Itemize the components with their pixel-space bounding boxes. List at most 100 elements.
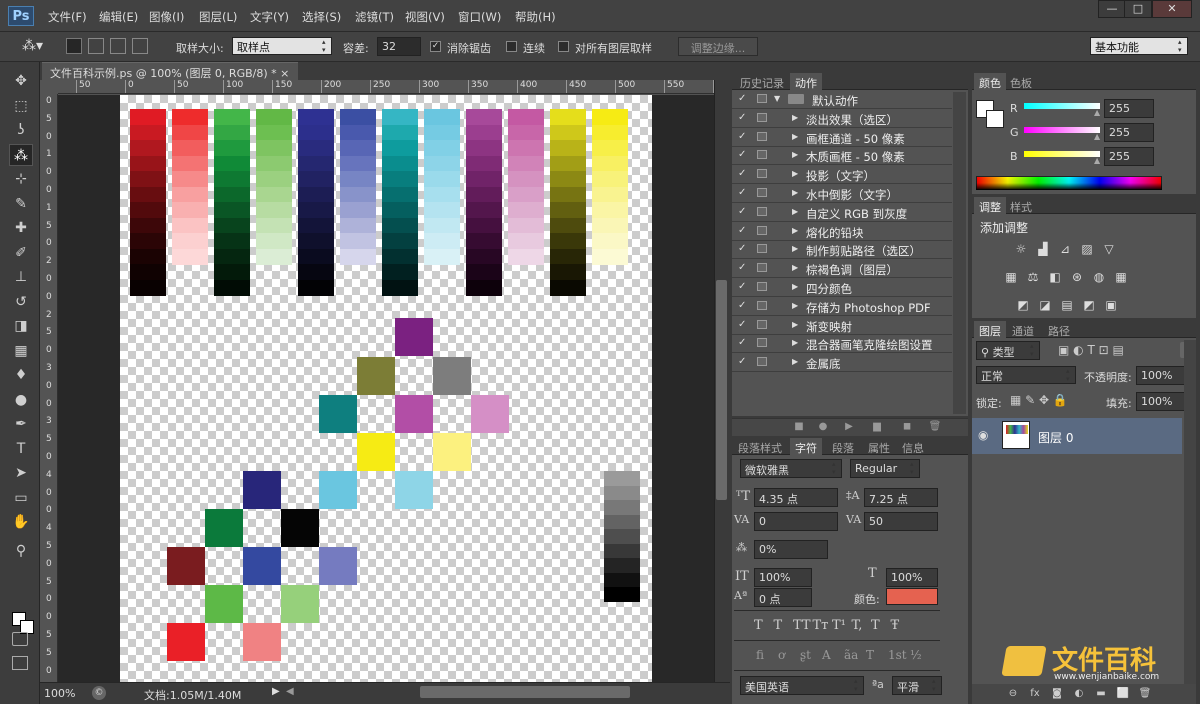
tsume-input[interactable]: 0% <box>754 540 828 559</box>
text-color-swatch[interactable] <box>886 588 938 605</box>
expand-arrow-icon[interactable]: ▶ <box>792 169 798 178</box>
dialog-toggle-icon[interactable] <box>757 131 767 141</box>
play-icon[interactable]: ▶ <box>842 421 856 433</box>
action-check-icon[interactable]: ✓ <box>738 149 746 160</box>
eraser-tool-icon[interactable]: ◨ <box>9 315 33 337</box>
action-item[interactable]: ✓ ▶ 棕褐色调（图层） <box>732 260 952 279</box>
dialog-toggle-icon[interactable] <box>757 150 767 160</box>
channel-value[interactable]: 255 <box>1104 147 1154 166</box>
action-item[interactable]: ✓ ▶ 制作剪贴路径（选区） <box>732 241 952 260</box>
color-lookup-icon[interactable]: ▦ <box>1114 270 1128 284</box>
tab-color[interactable]: 颜色 <box>974 73 1006 90</box>
bw-icon[interactable]: ◧ <box>1048 270 1062 284</box>
menu-filter[interactable]: 滤镜(T) <box>355 9 394 25</box>
threshold-icon[interactable]: ▤ <box>1060 298 1074 312</box>
action-item[interactable]: ✓ ▶ 投影（文字） <box>732 166 952 185</box>
quick-mask-icon[interactable] <box>12 632 28 646</box>
vertical-scroll-thumb[interactable] <box>716 280 727 500</box>
tab-actions[interactable]: 动作 <box>790 73 822 90</box>
menu-select[interactable]: 选择(S) <box>302 9 341 25</box>
tab-layers[interactable]: 图层 <box>974 321 1006 338</box>
blur-tool-icon[interactable]: ♦ <box>9 364 33 386</box>
exposure-icon[interactable]: ▨ <box>1080 242 1094 256</box>
expand-arrow-icon[interactable]: ▶ <box>792 301 798 310</box>
lock-icons[interactable]: ▦ ✎ ✥ 🔒 <box>1010 393 1068 407</box>
channel-slider[interactable] <box>1024 151 1100 157</box>
dialog-toggle-icon[interactable] <box>757 263 767 273</box>
screen-mode-icon[interactable] <box>12 656 28 670</box>
channel-slider[interactable] <box>1024 103 1100 109</box>
antialias-select[interactable]: 平滑 <box>892 676 942 695</box>
gradient-tool-icon[interactable]: ▦ <box>9 340 33 362</box>
dialog-toggle-icon[interactable] <box>757 319 767 329</box>
faux-style-button[interactable]: T <box>871 618 880 633</box>
action-check-icon[interactable]: ✓ <box>738 131 746 142</box>
status-info-icon[interactable]: © <box>92 686 106 700</box>
layer-filter-icons[interactable]: ▣ ◐ T ⊡ ▤ <box>1058 343 1124 357</box>
layers-footer-icon[interactable]: ◐ <box>1072 688 1086 700</box>
layer-row[interactable]: ◉ 图层 0 <box>972 418 1182 454</box>
action-item[interactable]: ✓ ▶ 画框通道 - 50 像素 <box>732 129 952 147</box>
selective-color-icon[interactable]: ▣ <box>1104 298 1118 312</box>
expand-arrow-icon[interactable]: ▶ <box>792 132 798 141</box>
magic-wand-tool-icon[interactable]: ⁂ <box>9 143 33 166</box>
tab-info[interactable]: 信息 <box>902 440 924 456</box>
faux-style-button[interactable]: T <box>774 618 783 633</box>
expand-arrow-icon[interactable]: ▶ <box>792 207 798 216</box>
menu-edit[interactable]: 编辑(E) <box>99 9 138 25</box>
action-item[interactable]: ✓ ▶ 水中倒影（文字） <box>732 185 952 203</box>
menu-layer[interactable]: 图层(L) <box>199 9 237 25</box>
move-tool-icon[interactable]: ✥ <box>9 70 33 92</box>
leading-input[interactable]: 7.25 点 <box>864 488 938 507</box>
add-selection-icon[interactable] <box>88 38 104 54</box>
expand-arrow-icon[interactable]: ▶ <box>792 282 798 291</box>
channel-mixer-icon[interactable]: ◍ <box>1092 270 1106 284</box>
horizontal-scroll-thumb[interactable] <box>420 686 630 698</box>
layers-footer-icon[interactable]: ▬ <box>1094 688 1108 700</box>
faux-style-button[interactable]: Tт <box>813 618 829 633</box>
action-check-icon[interactable]: ✓ <box>738 225 746 236</box>
action-check-icon[interactable]: ✓ <box>738 337 746 348</box>
action-check-icon[interactable]: ✓ <box>738 262 746 273</box>
language-select[interactable]: 美国英语 <box>740 676 864 695</box>
menu-file[interactable]: 文件(F) <box>48 9 87 25</box>
layers-footer-icon[interactable]: 🗑 <box>1138 688 1152 700</box>
slider-thumb-icon[interactable]: ▲ <box>1094 156 1100 165</box>
close-window-button[interactable]: ✕ <box>1152 0 1192 18</box>
color-bg-swatch[interactable] <box>986 110 1004 128</box>
color-balance-icon[interactable]: ⚖ <box>1026 270 1040 284</box>
path-selection-tool-icon[interactable]: ➤ <box>9 462 33 484</box>
marquee-tool-icon[interactable]: ⬚ <box>9 95 33 117</box>
action-item[interactable]: ✓ ▶ 存储为 Photoshop PDF <box>732 298 952 316</box>
layers-footer-icon[interactable]: fx <box>1028 688 1042 700</box>
tab-swatches[interactable]: 色板 <box>1010 75 1032 91</box>
tab-paragraph-styles[interactable]: 段落样式 <box>738 440 782 456</box>
expand-arrow-icon[interactable]: ▶ <box>792 244 798 253</box>
action-item[interactable]: ✓ ▶ 淡出效果（选区） <box>732 110 952 128</box>
action-check-icon[interactable]: ✓ <box>738 281 746 292</box>
invert-icon[interactable]: ◩ <box>1016 298 1030 312</box>
action-check-icon[interactable]: ✓ <box>738 319 746 330</box>
action-check-icon[interactable]: ✓ <box>738 300 746 311</box>
blend-mode-select[interactable]: 正常 <box>976 366 1076 384</box>
opentype-button[interactable]: fi <box>756 648 764 662</box>
clone-stamp-tool-icon[interactable]: ⊥ <box>9 266 33 288</box>
intersect-selection-icon[interactable] <box>132 38 148 54</box>
document-tab[interactable]: 文件百科示例.ps @ 100% (图层 0, RGB/8) * × <box>42 62 298 80</box>
action-check-icon[interactable]: ✓ <box>738 112 746 123</box>
close-tab-icon[interactable]: × <box>280 67 289 80</box>
hand-tool-icon[interactable]: ✋ <box>9 511 33 533</box>
dialog-toggle-icon[interactable] <box>757 282 767 291</box>
opentype-button[interactable]: ơ <box>778 648 785 662</box>
ruler-origin[interactable] <box>40 80 58 94</box>
action-check-icon[interactable]: ✓ <box>738 243 746 254</box>
all-layers-checkbox[interactable] <box>558 41 569 52</box>
minimize-button[interactable]: — <box>1098 0 1126 18</box>
history-brush-tool-icon[interactable]: ↺ <box>9 291 33 313</box>
action-item[interactable]: ✓ ▶ 渐变映射 <box>732 317 952 335</box>
scroll-left-icon[interactable]: ◀ <box>286 686 294 697</box>
faux-style-button[interactable]: T, <box>852 618 863 633</box>
baseline-input[interactable]: 0 点 <box>754 588 812 607</box>
layers-footer-icon[interactable]: ◙ <box>1050 688 1064 700</box>
tab-history[interactable]: 历史记录 <box>740 75 784 91</box>
